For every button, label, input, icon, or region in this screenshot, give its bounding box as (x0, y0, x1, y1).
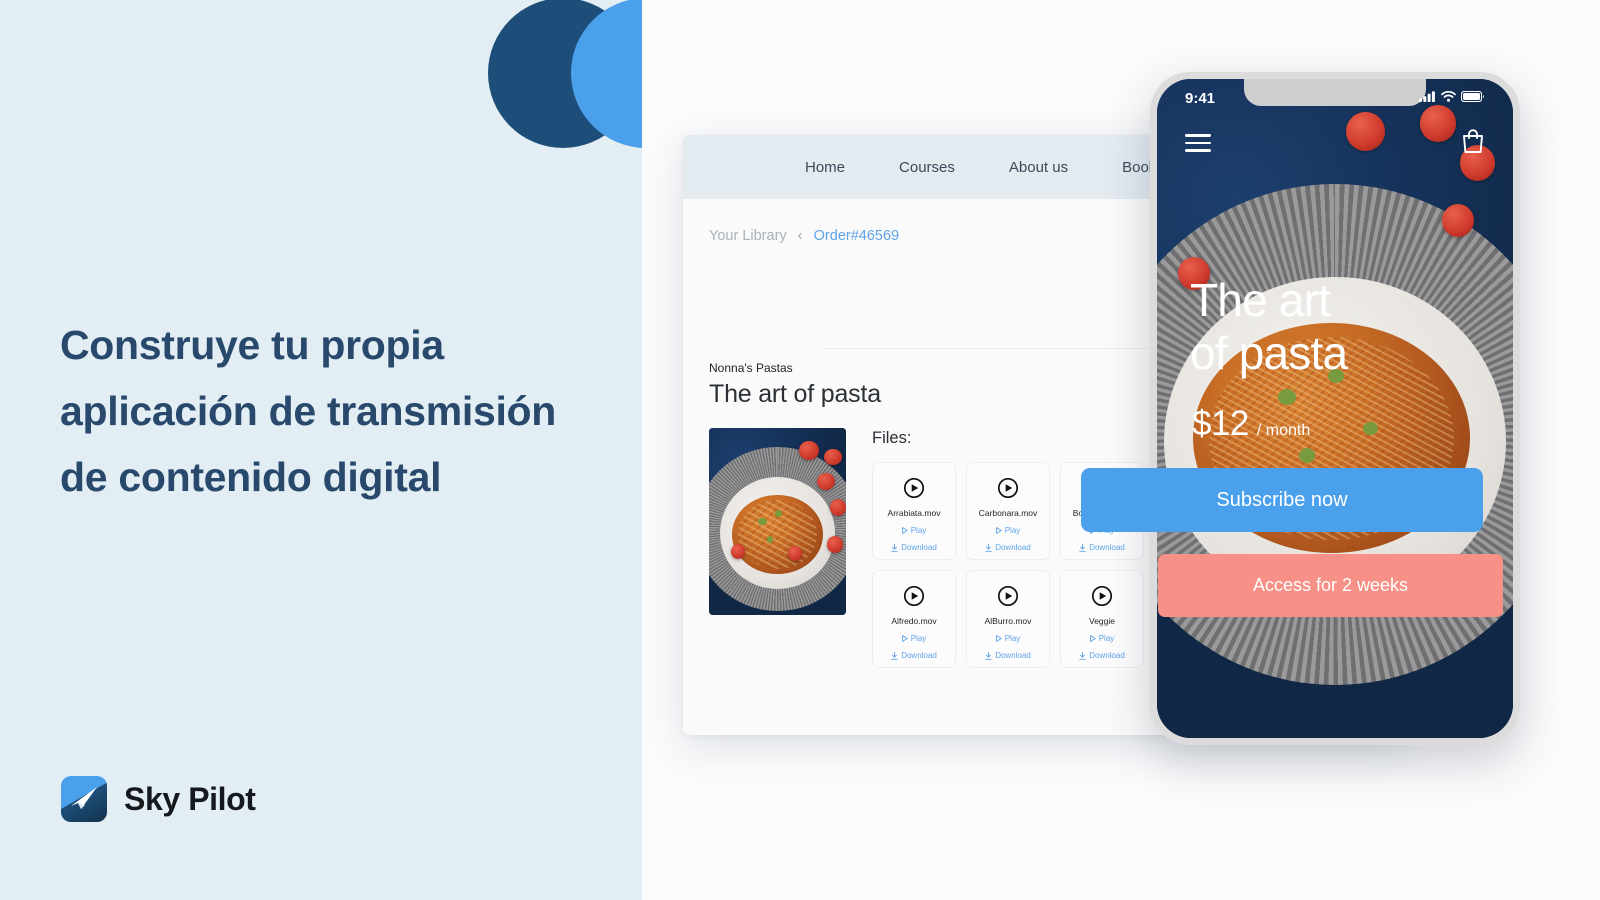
download-icon (1079, 651, 1086, 660)
subscribe-button[interactable]: Subscribe now (1081, 468, 1483, 532)
file-card[interactable]: AlBurro.mov Play Download (966, 570, 1050, 668)
file-download-action[interactable]: Download (1079, 651, 1125, 660)
file-name: Arrabiata.mov (887, 508, 941, 518)
download-icon (985, 543, 992, 552)
file-download-action[interactable]: Download (985, 543, 1031, 552)
file-name: Carbonara.mov (978, 508, 1038, 518)
breadcrumb: Your Library ‹ Order#46569 (709, 227, 899, 244)
left-hero-panel: Construye tu propia aplicación de transm… (0, 0, 642, 900)
cellular-signal-icon (1419, 89, 1436, 107)
paper-plane-icon (61, 776, 107, 822)
access-trial-button[interactable]: Access for 2 weeks (1158, 554, 1503, 617)
play-circle-icon (997, 585, 1019, 607)
phone-status-bar: 9:41 (1157, 79, 1513, 117)
file-download-action[interactable]: Download (1079, 543, 1125, 552)
play-circle-icon (903, 477, 925, 499)
breadcrumb-current[interactable]: Order#46569 (814, 228, 899, 244)
play-circle-icon (1091, 585, 1113, 607)
file-card[interactable]: Arrabiata.mov Play Download (872, 462, 956, 560)
nav-item-courses[interactable]: Courses (899, 159, 955, 176)
download-icon (891, 651, 898, 660)
download-icon (891, 543, 898, 552)
play-triangle-icon (901, 635, 908, 642)
file-download-action[interactable]: Download (891, 651, 937, 660)
file-download-action[interactable]: Download (891, 543, 937, 552)
play-triangle-icon (901, 527, 908, 534)
breadcrumb-parent[interactable]: Your Library (709, 228, 787, 244)
phone-hero-title-line1: The art (1190, 274, 1331, 326)
brand-name: Sky Pilot (124, 780, 256, 817)
file-play-action[interactable]: Play (901, 634, 926, 643)
hamburger-menu-icon[interactable] (1185, 134, 1211, 152)
price-period: / month (1256, 422, 1311, 439)
phone-mockup: 9:41 The art of pasta $12 / month (1150, 72, 1520, 745)
course-thumbnail (709, 428, 846, 615)
download-icon (1079, 543, 1086, 552)
phone-screen: 9:41 The art of pasta $12 / month (1157, 79, 1513, 738)
download-icon (985, 651, 992, 660)
phone-hero-title-line2: of pasta (1190, 327, 1348, 379)
nav-item-home[interactable]: Home (805, 159, 845, 176)
file-name: Veggie (1089, 616, 1115, 626)
play-triangle-icon (995, 635, 1002, 642)
file-card[interactable]: Carbonara.mov Play Download (966, 462, 1050, 560)
chevron-left-icon: ‹ (797, 227, 803, 244)
phone-price: $12 / month (1192, 404, 1310, 444)
price-amount: $12 (1192, 404, 1249, 443)
status-time: 9:41 (1185, 89, 1216, 107)
file-card[interactable]: Alfredo.mov Play Download (872, 570, 956, 668)
file-download-action[interactable]: Download (985, 651, 1031, 660)
file-play-action[interactable]: Play (995, 634, 1020, 643)
file-play-action[interactable]: Play (1089, 634, 1114, 643)
collection-eyebrow: Nonna's Pastas (709, 361, 793, 375)
file-name: AlBurro.mov (984, 616, 1032, 626)
file-play-action[interactable]: Play (995, 526, 1020, 535)
play-circle-icon (903, 585, 925, 607)
page-title: The art of pasta (709, 380, 881, 408)
play-triangle-icon (1089, 635, 1096, 642)
shopping-bag-icon[interactable] (1461, 128, 1485, 159)
play-triangle-icon (995, 527, 1002, 534)
brand-logo: Sky Pilot (61, 776, 256, 822)
play-circle-icon (997, 477, 1019, 499)
file-name: Alfredo.mov (891, 616, 937, 626)
wifi-icon (1441, 89, 1456, 107)
files-label: Files: (872, 429, 912, 447)
battery-icon (1460, 89, 1485, 107)
nav-item-about-us[interactable]: About us (1009, 159, 1068, 176)
file-card[interactable]: Veggie Play Download (1060, 570, 1144, 668)
phone-app-bar (1157, 123, 1513, 163)
page-headline: Construye tu propia aplicación de transm… (60, 322, 557, 500)
phone-hero-title: The art of pasta (1190, 274, 1348, 380)
file-play-action[interactable]: Play (901, 526, 926, 535)
